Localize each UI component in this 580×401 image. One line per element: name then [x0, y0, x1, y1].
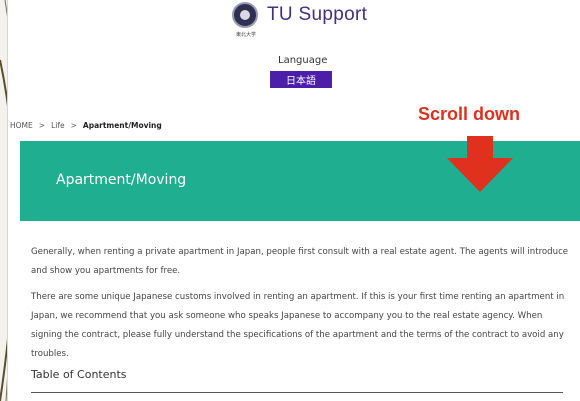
web-page: 東北大学 TU Support Language 日本語 HOME > Life…	[7, 0, 580, 401]
language-button[interactable]: 日本語	[270, 71, 332, 88]
page-title: Apartment/Moving	[56, 172, 187, 188]
logo-subtext: 東北大学	[236, 32, 257, 38]
scroll-down-annotation: Scroll down	[418, 104, 521, 124]
breadcrumb-home[interactable]: HOME	[10, 121, 33, 130]
divider	[31, 392, 563, 393]
breadcrumb-separator: >	[38, 121, 46, 130]
language-label: Language	[278, 55, 328, 66]
breadcrumb-life[interactable]: Life	[51, 121, 65, 130]
site-logo[interactable]: 東北大学 TU Support	[232, 2, 368, 38]
breadcrumb-current: Apartment/Moving	[82, 121, 162, 130]
intro-paragraph: Generally, when renting a private apartm…	[31, 247, 569, 276]
table-of-contents-heading: Table of Contents	[31, 368, 127, 381]
breadcrumb: HOME > Life > Apartment/Moving	[10, 121, 162, 130]
customs-paragraph: There are some unique Japanese customs i…	[31, 292, 565, 359]
breadcrumb-separator: >	[70, 121, 77, 130]
logo-text: TU Support	[267, 4, 368, 25]
university-emblem-icon	[232, 2, 258, 28]
down-arrow-icon	[447, 136, 513, 192]
